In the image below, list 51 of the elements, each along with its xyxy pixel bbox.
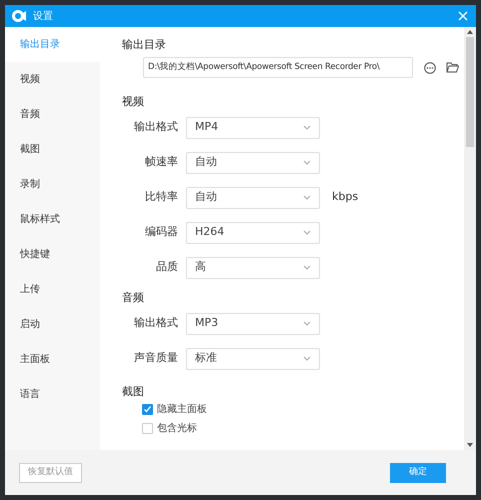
chevron-down-icon (303, 125, 311, 130)
section-heading: 音频 (122, 290, 145, 306)
sidebar-item[interactable]: 启动 (5, 307, 100, 342)
dropdown[interactable]: 自动 (186, 152, 320, 174)
chevron-down-icon (303, 195, 311, 200)
section-heading: 输出目录 (122, 37, 167, 53)
field-label: 声音质量 (133, 350, 179, 366)
dropdown[interactable]: MP3 (186, 312, 320, 334)
sidebar-item[interactable]: 语言 (5, 377, 100, 412)
sidebar-item[interactable]: 截图 (5, 132, 100, 167)
field-label: 编码器 (144, 224, 179, 240)
chevron-down-icon (303, 356, 311, 361)
sidebar-item[interactable]: 主面板 (5, 342, 100, 377)
sidebar-item[interactable]: 录制 (5, 167, 100, 202)
sidebar-item[interactable]: 鼠标样式 (5, 202, 100, 237)
chevron-down-icon (303, 321, 311, 326)
chevron-down-icon (303, 265, 311, 270)
checkbox[interactable] (142, 404, 153, 414)
scroll-up-icon[interactable] (467, 30, 473, 34)
sidebar-item[interactable]: 视频 (5, 62, 100, 97)
path-field[interactable]: D:\我的文档\Apowersoft\Apowersoft Screen Recorder Pro\ (143, 57, 413, 78)
close-icon[interactable] (458, 11, 468, 21)
scroll-down-icon[interactable] (467, 443, 473, 447)
dropdown[interactable]: MP4 (186, 116, 320, 138)
chevron-down-icon (303, 160, 311, 165)
field-label: 品质 (155, 259, 179, 276)
dropdown[interactable]: H264 (186, 222, 320, 244)
checkbox[interactable] (142, 422, 153, 434)
dropdown[interactable]: 自动 (186, 186, 320, 208)
scrollbar-thumb[interactable] (466, 37, 474, 147)
sidebar-item[interactable]: 音频 (5, 97, 100, 132)
section-heading: 视频 (122, 94, 145, 110)
field-label: 帧速率 (144, 154, 179, 170)
field-label: 输出格式 (133, 119, 179, 136)
window-title: 设置 (33, 10, 53, 24)
chevron-down-icon (303, 230, 311, 235)
section-heading: 截图 (122, 384, 145, 400)
sidebar-item[interactable]: 快捷键 (5, 237, 100, 272)
field-label: 比特率 (144, 189, 179, 206)
field-label: 输出格式 (133, 315, 179, 332)
unit-label: kbps (332, 189, 358, 206)
more-icon[interactable] (424, 62, 436, 74)
checkbox-label: 隐藏主面板 (157, 402, 207, 416)
scrollbar[interactable] (464, 27, 476, 450)
dropdown[interactable]: 高 (186, 256, 320, 278)
sidebar-item[interactable]: 上传 (5, 272, 100, 307)
checkbox-label: 包含光标 (157, 422, 197, 436)
checkmark-icon (143, 404, 152, 414)
dropdown[interactable]: 标准 (186, 348, 320, 370)
camera-logo-icon (11, 9, 27, 23)
folder-icon[interactable] (446, 62, 459, 73)
